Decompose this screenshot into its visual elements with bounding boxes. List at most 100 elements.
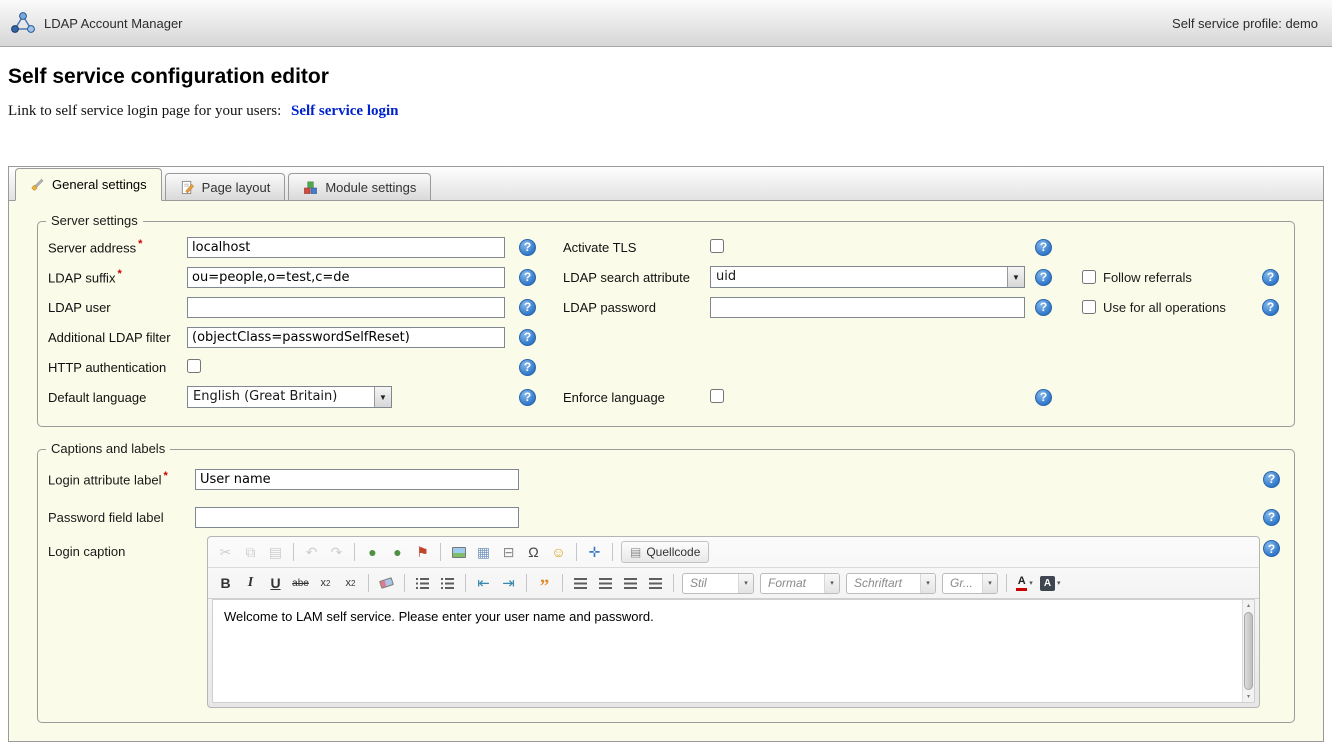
table-button[interactable]: ▦ [472,541,495,563]
tab-page-layout[interactable]: Page layout [165,173,286,200]
editor-content-area[interactable]: Welcome to LAM self service. Please ente… [212,599,1255,703]
use-for-all-operations-checkbox[interactable] [1082,300,1096,314]
image-button[interactable] [447,541,470,563]
outdent-button[interactable]: ⇤ [472,572,495,594]
tab-module-settings[interactable]: Module settings [288,173,431,200]
help-icon[interactable]: ? [519,299,536,316]
smiley-icon: ☺ [551,544,565,560]
enforce-language-checkbox[interactable] [710,389,724,403]
cut-button[interactable]: ✂ [214,541,237,563]
toolbar-separator [526,574,527,592]
toolbar-separator [465,574,466,592]
bulleted-list-button[interactable] [436,572,459,594]
underline-button[interactable]: U [264,572,287,594]
ldap-search-attribute-select[interactable]: uid ▼ [710,266,1025,288]
ldap-user-input[interactable] [187,297,505,318]
anchor-button[interactable]: ⚑ [411,541,434,563]
help-icon[interactable]: ? [1263,540,1280,557]
form-row: HTTP authentication ? [48,352,1284,382]
tab-general-settings[interactable]: General settings [15,168,162,201]
smiley-button[interactable]: ☺ [547,541,570,563]
undo-icon: ↶ [306,544,318,561]
activate-tls-checkbox[interactable] [710,239,724,253]
server-address-input[interactable] [187,237,505,258]
help-icon[interactable]: ? [1263,509,1280,526]
editor-toolbar-row2: B I U abe x2 x2 ⇤ ⇥ [208,568,1259,599]
subscript-button[interactable]: x2 [314,572,337,594]
ldap-password-input[interactable] [710,297,1025,318]
source-button[interactable]: ▤ Quellcode [621,541,709,563]
horizontal-rule-button[interactable]: ⊟ [497,541,520,563]
maximize-button[interactable]: ✛ [583,541,606,563]
special-char-button[interactable]: Ω [522,541,545,563]
redo-button[interactable]: ↷ [325,541,348,563]
strikethrough-button[interactable]: abe [289,572,312,594]
help-icon[interactable]: ? [519,359,536,376]
help-icon[interactable]: ? [519,269,536,286]
editor-toolbar-row1: ✂ ⧉ ▤ ↶ ↷ ● ● ⚑ ▦ ⊟ Ω [208,537,1259,568]
default-language-select[interactable]: English (Great Britain) ▼ [187,386,392,408]
follow-referrals-checkbox[interactable] [1082,270,1096,284]
remove-format-button[interactable] [375,572,398,594]
help-icon[interactable]: ? [1035,389,1052,406]
format-combo[interactable]: Format ▾ [760,573,840,594]
help-icon[interactable]: ? [1035,269,1052,286]
http-authentication-checkbox[interactable] [187,359,201,373]
blockquote-button[interactable]: ” [533,572,556,594]
horizontal-rule-icon: ⊟ [503,544,515,561]
self-service-login-link[interactable]: Self service login [291,103,398,119]
tab-label-page-layout: Page layout [202,180,271,195]
bold-button[interactable]: B [214,572,237,594]
help-icon[interactable]: ? [1262,269,1279,286]
chevron-down-icon: ▾ [1029,579,1033,587]
login-attribute-input[interactable] [195,469,519,490]
text-color-button[interactable]: A ▾ [1013,572,1036,594]
undo-button[interactable]: ↶ [300,541,323,563]
font-combo[interactable]: Schriftart ▾ [846,573,936,594]
form-row: LDAP suffix* ? LDAP search attribute uid… [48,262,1284,292]
scrollbar-thumb[interactable] [1244,612,1253,690]
unlink-icon: ● [393,544,401,560]
toolbar-separator [576,543,577,561]
paste-button[interactable]: ▤ [264,541,287,563]
numbered-list-button[interactable] [411,572,434,594]
password-field-input[interactable] [195,507,519,528]
unlink-button[interactable]: ● [386,541,409,563]
superscript-icon: x2 [346,577,356,589]
link-button[interactable]: ● [361,541,384,563]
help-icon[interactable]: ? [519,239,536,256]
size-combo[interactable]: Gr... ▾ [942,573,998,594]
align-justify-button[interactable] [644,572,667,594]
scroll-up-icon[interactable]: ▴ [1243,600,1254,611]
toolbar-separator [612,543,613,561]
help-icon[interactable]: ? [1262,299,1279,316]
help-icon[interactable]: ? [1263,471,1280,488]
required-marker: * [117,268,121,280]
align-left-button[interactable] [569,572,592,594]
align-center-button[interactable] [594,572,617,594]
bg-color-button[interactable]: A ▾ [1038,572,1063,594]
scroll-down-icon[interactable]: ▾ [1243,691,1254,702]
additional-ldap-filter-input[interactable] [187,327,505,348]
help-icon[interactable]: ? [1035,299,1052,316]
copy-button[interactable]: ⧉ [239,541,262,563]
help-icon[interactable]: ? [519,389,536,406]
app-header: LDAP Account Manager Self service profil… [0,0,1332,47]
editor-scrollbar[interactable]: ▴ ▾ [1242,600,1254,702]
editor-text: Welcome to LAM self service. Please ente… [224,609,654,624]
help-icon[interactable]: ? [519,329,536,346]
indent-button[interactable]: ⇥ [497,572,520,594]
superscript-button[interactable]: x2 [339,572,362,594]
italic-button[interactable]: I [239,572,262,594]
copy-icon: ⧉ [246,544,256,561]
toolbar-separator [562,574,563,592]
ldap-suffix-input[interactable] [187,267,505,288]
help-icon[interactable]: ? [1035,239,1052,256]
anchor-flag-icon: ⚑ [416,544,429,561]
login-attribute-label: Login attribute label [48,473,161,488]
login-link-prefix: Link to self service login page for your… [8,103,281,119]
align-right-button[interactable] [619,572,642,594]
text-color-icon: A [1016,576,1027,591]
styles-combo[interactable]: Stil ▾ [682,573,754,594]
pencil-page-icon [180,180,195,195]
